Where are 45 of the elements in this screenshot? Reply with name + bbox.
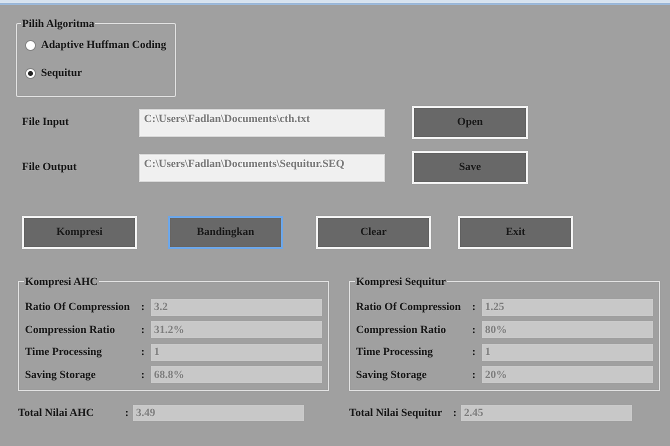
text-field[interactable]: 2.45 — [461, 405, 632, 422]
text-field[interactable]: 68.8% — [151, 366, 322, 384]
text-field[interactable]: 20% — [482, 366, 653, 384]
field-label: Saving Storage — [25, 368, 97, 382]
text-field[interactable]: 1.25 — [482, 298, 653, 316]
text-field[interactable]: C:\Users\Fadlan\Documents\cth.txt — [139, 108, 385, 136]
colon: : — [141, 368, 146, 382]
text-field[interactable]: 80% — [482, 321, 653, 338]
text-field[interactable]: 1 — [482, 344, 653, 361]
colon: : — [472, 368, 477, 382]
action-button[interactable]: Bandingkan — [168, 216, 283, 249]
field-label: Compression Ratio — [356, 322, 447, 338]
field-label: Saving Storage — [356, 368, 428, 382]
field-label: File Input — [21, 115, 70, 130]
group-title: Pilih Algoritma — [21, 16, 96, 32]
colon: : — [141, 345, 146, 360]
group-title: Kompresi Sequitur — [355, 274, 447, 290]
colon: : — [472, 300, 477, 315]
radio-option[interactable]: Sequitur — [25, 59, 175, 87]
field-label: Total Nilai Sequitur — [349, 406, 444, 421]
action-button[interactable]: Clear — [316, 216, 431, 249]
colon: : — [125, 406, 130, 421]
field-label: Time Processing — [25, 345, 103, 360]
text-field[interactable]: 3.49 — [133, 405, 304, 422]
colon: : — [141, 300, 146, 315]
file-button[interactable]: Save — [412, 151, 528, 184]
field-label: Ratio Of Compression — [356, 300, 462, 315]
field-label: Ratio Of Compression — [25, 300, 131, 315]
field-label: Time Processing — [356, 345, 434, 360]
colon: : — [472, 322, 477, 338]
text-field[interactable]: C:\Users\Fadlan\Documents\Sequitur.SEQ — [139, 154, 385, 182]
group-title: Kompresi AHC — [24, 274, 99, 290]
file-button[interactable]: Open — [412, 106, 528, 139]
colon: : — [453, 406, 458, 421]
text-field[interactable]: 3.2 — [151, 298, 322, 316]
action-button[interactable]: Kompresi — [22, 216, 137, 249]
field-label: Total Nilai AHC — [18, 406, 95, 421]
action-button[interactable]: Exit — [458, 216, 573, 249]
colon: : — [141, 322, 146, 338]
field-label: Compression Ratio — [25, 322, 116, 338]
text-field[interactable]: 1 — [151, 344, 322, 361]
field-label: File Output — [21, 160, 78, 176]
radio-option[interactable]: Adaptive Huffman Coding — [25, 31, 175, 59]
text-field[interactable]: 31.2% — [151, 321, 322, 338]
colon: : — [472, 345, 477, 360]
